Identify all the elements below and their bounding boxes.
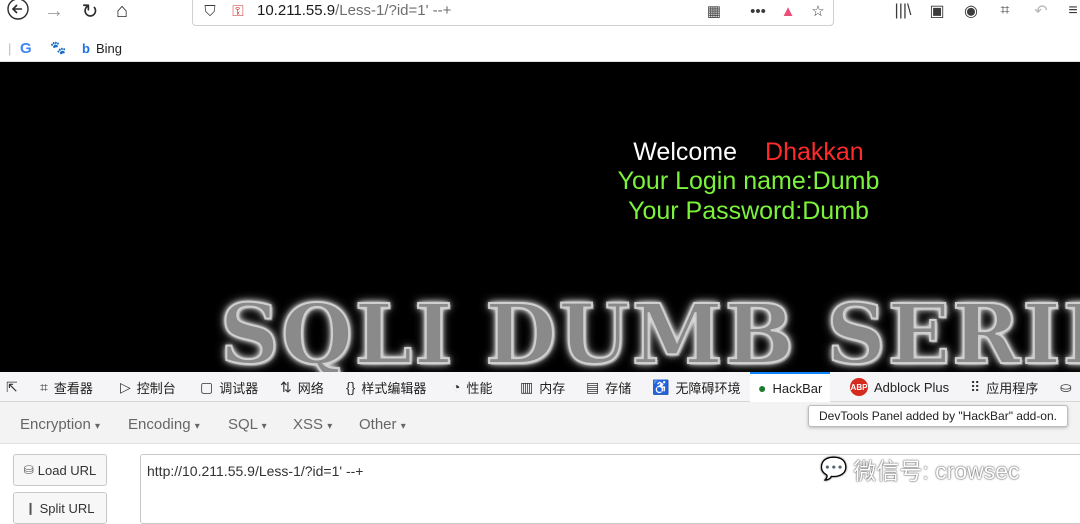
pick-element-icon[interactable]: ⇱ <box>6 372 24 402</box>
insecure-lock-icon[interactable]: ⚿ <box>227 0 249 22</box>
network-icon: ⇅ <box>280 378 292 395</box>
caret-down-icon: ▾ <box>261 421 267 432</box>
menu-encryption[interactable]: Encryption ▾ <box>20 416 100 433</box>
menu-label: SQL <box>228 416 258 433</box>
menu-icon[interactable]: ≡ <box>1060 0 1080 22</box>
tab-storage[interactable]: ▤ 存储 <box>586 372 631 402</box>
forward-icon[interactable]: → <box>40 0 68 22</box>
tab-network[interactable]: ⇅ 网络 <box>280 372 324 402</box>
baidu-icon[interactable]: 🐾 <box>50 38 66 58</box>
storage-icon: ▤ <box>586 378 600 395</box>
tab-performance[interactable]: ◔ 性能 <box>452 372 492 402</box>
load-url-button[interactable]: ⛁ Load URL <box>13 454 107 486</box>
welcome-line: Welcome Dhakkan <box>0 138 1080 167</box>
menu-sql[interactable]: SQL ▾ <box>228 416 267 433</box>
tab-label: 查看器 <box>53 380 93 396</box>
tab-label: 网络 <box>297 380 324 396</box>
application-icon: ⠿ <box>970 378 981 395</box>
tab-label: 样式编辑器 <box>361 380 427 396</box>
tab-hackbar[interactable]: ● HackBar <box>750 372 831 402</box>
sqli-banner: SQLI DUMB SERIES <box>219 286 1080 372</box>
login-name-line: Your Login name:Dumb <box>617 167 880 195</box>
tab-console[interactable]: ▷ 控制台 <box>120 372 176 402</box>
hackbar-icon: ● <box>758 380 767 396</box>
wechat-icon: 💬 <box>820 456 848 481</box>
tab-label: 内存 <box>539 380 566 396</box>
extension-icon[interactable]: ▲ <box>777 0 799 22</box>
tab-label: 性能 <box>466 380 493 396</box>
style-editor-icon: {} <box>346 379 356 395</box>
url-path: /Less-1/?id=1' --+ <box>335 2 452 19</box>
tab-label: Adblock Plus <box>874 379 950 395</box>
tab-label: 无障碍环境 <box>675 380 741 396</box>
menu-xss[interactable]: XSS ▾ <box>293 416 332 433</box>
tab-label: 存储 <box>605 380 632 396</box>
caret-down-icon: ▾ <box>95 421 101 432</box>
bing-icon: b <box>82 40 90 56</box>
watermark: 💬 微信号: crowsec <box>820 452 1020 486</box>
performance-icon: ◔ <box>452 379 461 395</box>
button-label: Split URL <box>39 500 95 516</box>
back-icon[interactable] <box>4 0 32 22</box>
button-label: Load URL <box>37 462 97 478</box>
split-url-button[interactable]: ❙ Split URL <box>13 492 107 524</box>
menu-label: Encoding <box>128 416 191 433</box>
more-actions-icon[interactable]: ••• <box>747 0 769 22</box>
tab-debugger[interactable]: ▢ 调试器 <box>200 372 258 402</box>
menu-label: XSS <box>293 416 324 433</box>
tab-label: 应用程序 <box>986 380 1039 396</box>
watermark-text: 微信号: crowsec <box>853 458 1020 484</box>
adblock-icon: ABP <box>850 378 868 396</box>
tab-inspector[interactable]: ⌗ 查看器 <box>40 372 93 402</box>
menu-encoding[interactable]: Encoding ▾ <box>128 416 200 433</box>
google-icon[interactable]: G <box>20 38 32 58</box>
shield-icon[interactable]: ⛉ <box>199 0 221 22</box>
bookmark-bing[interactable]: b Bing <box>82 38 122 58</box>
screenshot-icon[interactable]: ⌗ <box>992 0 1018 22</box>
sidebar-icon[interactable]: ▣ <box>924 0 950 22</box>
caret-down-icon: ▾ <box>400 421 406 432</box>
tab-label: 控制台 <box>136 380 176 396</box>
web-page: Welcome Dhakkan Your Login name:Dumb Your… <box>0 62 1080 372</box>
caret-down-icon: ▾ <box>327 421 333 432</box>
qr-code-icon[interactable]: ▦ <box>703 0 725 22</box>
menu-label: Encryption <box>20 416 91 433</box>
browser-toolbar: → ↻ ⌂ ⛉ ⚿ 10.211.55.9/Less-1/?id=1' --+ … <box>0 0 1080 36</box>
hackbar-tooltip: DevTools Panel added by "HackBar" add-on… <box>808 405 1068 427</box>
bookmark-label: Bing <box>95 40 122 56</box>
url-host: 10.211.55.9 <box>257 2 336 19</box>
password-line: Your Password:Dumb <box>628 197 869 225</box>
url-text[interactable]: 10.211.55.9/Less-1/?id=1' --+ <box>257 2 451 19</box>
welcome-label: Welcome <box>633 138 738 166</box>
reload-icon[interactable]: ↻ <box>76 0 104 23</box>
bookmark-star-icon[interactable]: ☆ <box>807 0 829 22</box>
tab-style-editor[interactable]: {} 样式编辑器 <box>346 372 426 402</box>
bookmarks-bar: | G 🐾 b Bing <box>0 36 1080 62</box>
split-icon: ❙ <box>25 501 36 515</box>
overflow-icon[interactable]: ⛀ <box>1060 372 1078 402</box>
tab-application[interactable]: ⠿ 应用程序 <box>970 372 1038 402</box>
home-icon[interactable]: ⌂ <box>108 0 136 22</box>
tab-label: 调试器 <box>219 380 259 396</box>
menu-other[interactable]: Other ▾ <box>359 416 406 433</box>
tab-accessibility[interactable]: ♿ 无障碍环境 <box>652 372 740 402</box>
address-bar[interactable]: ⛉ ⚿ 10.211.55.9/Less-1/?id=1' --+ ▦ ••• … <box>192 0 834 26</box>
accessibility-icon: ♿ <box>652 378 670 395</box>
menu-label: Other <box>359 416 397 433</box>
account-icon[interactable]: ◉ <box>958 0 984 22</box>
library-icon[interactable]: |||\ <box>890 0 916 22</box>
debugger-icon: ▢ <box>200 378 214 395</box>
devtools-tabbar: ⇱ ⌗ 查看器 ▷ 控制台 ▢ 调试器 ⇅ 网络 {} 样式编辑器 ◔ 性能 ▥ 内存 ▤ 存储… <box>0 372 1080 402</box>
console-icon: ▷ <box>120 378 131 395</box>
inspector-icon: ⌗ <box>40 378 48 395</box>
tab-memory[interactable]: ▥ 内存 <box>520 372 565 402</box>
undo-icon[interactable]: ↶ <box>1028 0 1054 22</box>
caret-down-icon: ▾ <box>194 421 200 432</box>
tab-label: HackBar <box>772 380 823 396</box>
tab-adblock-plus[interactable]: ABP Adblock Plus <box>850 372 949 402</box>
bookmark-separator: | <box>8 40 12 56</box>
welcome-name: Dhakkan <box>765 138 864 166</box>
load-icon: ⛁ <box>23 463 34 477</box>
memory-icon: ▥ <box>520 378 534 395</box>
